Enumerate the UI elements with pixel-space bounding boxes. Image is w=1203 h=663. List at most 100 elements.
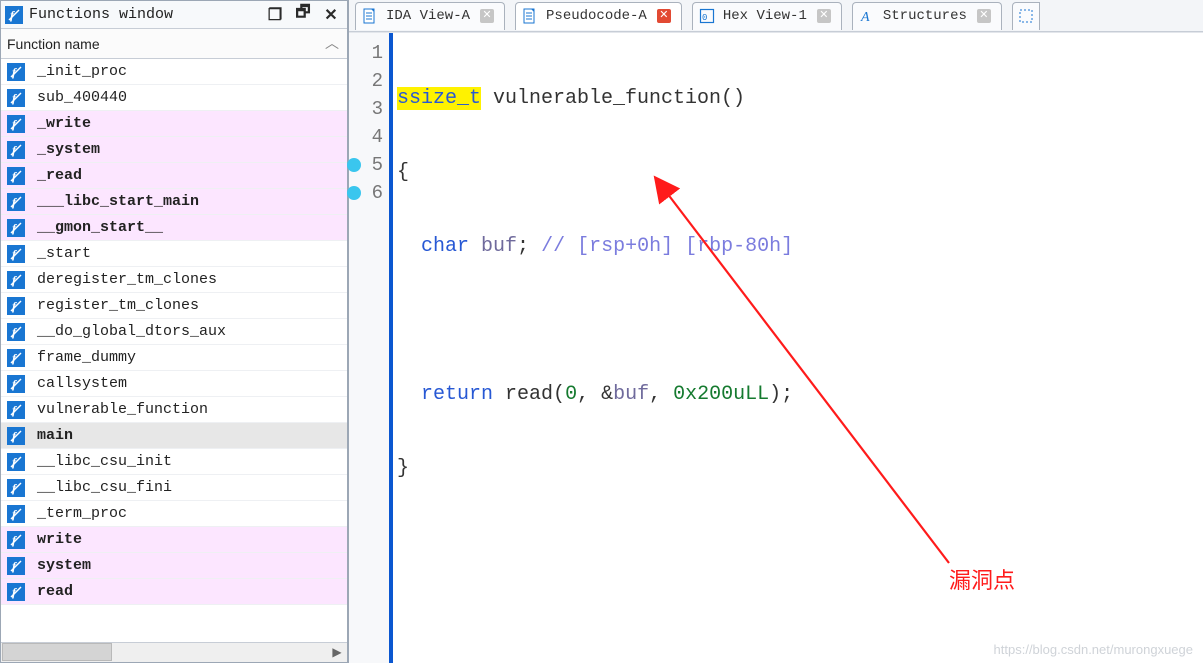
scroll-up-icon[interactable]: ︿ (325, 33, 339, 53)
function-icon: f (5, 87, 27, 109)
function-row[interactable]: f_read (1, 163, 347, 189)
line-gutter: 123456 (349, 33, 393, 663)
code[interactable]: ssize_t vulnerable_function() { char buf… (393, 33, 1203, 663)
close-window-button[interactable]: ✕ (323, 7, 339, 23)
functions-window-title: Functions window (29, 6, 267, 23)
function-row[interactable]: f_start (1, 241, 347, 267)
function-row[interactable]: f__do_global_dtors_aux (1, 319, 347, 345)
function-row[interactable]: fmain (1, 423, 347, 449)
token-var: buf (469, 235, 517, 258)
token-number: 0x200uLL (673, 383, 769, 406)
tab-pseudocode-a[interactable]: Pseudocode-A ✕ (515, 2, 682, 30)
function-icon: f (5, 269, 27, 291)
function-icon: f (5, 61, 27, 83)
code-line[interactable] (397, 307, 1203, 335)
token-var: buf (613, 383, 649, 406)
function-name: _start (37, 245, 91, 262)
function-row[interactable]: fread (1, 579, 347, 605)
function-icon: f (5, 451, 27, 473)
hex-icon: 0 (699, 8, 715, 24)
tab-hex-view-1[interactable]: 0 Hex View-1 ✕ (692, 2, 842, 30)
code-line[interactable]: char buf; // [rsp+0h] [rbp-80h] (397, 233, 1203, 261)
line-number[interactable]: 3 (349, 95, 383, 123)
functions-window: f Functions window ❐ 🗗 ✕ Function name ︿… (0, 0, 348, 663)
tab-enums-partial[interactable] (1012, 2, 1040, 30)
function-name: register_tm_clones (37, 297, 199, 314)
code-line[interactable]: return read(0, &buf, 0x200uLL); (397, 381, 1203, 409)
scrollbar-thumb[interactable] (2, 643, 112, 661)
function-icon: f (5, 581, 27, 603)
function-row[interactable]: f_term_proc (1, 501, 347, 527)
function-row[interactable]: fderegister_tm_clones (1, 267, 347, 293)
token-keyword: char (421, 235, 469, 258)
function-row[interactable]: f frame_dummy (1, 345, 347, 371)
tab-close-icon[interactable]: ✕ (977, 9, 991, 23)
function-row[interactable]: f_write (1, 111, 347, 137)
function-row[interactable]: f register_tm_clones (1, 293, 347, 319)
breakpoint-icon[interactable] (347, 186, 361, 200)
line-number[interactable]: 2 (349, 67, 383, 95)
scroll-right-icon[interactable]: ▶ (327, 643, 347, 663)
function-row[interactable]: fsystem (1, 553, 347, 579)
functions-scrollbar-h[interactable]: ◀ ▶ (1, 642, 347, 662)
function-icon: f (5, 217, 27, 239)
tab-label: Pseudocode-A (546, 8, 647, 24)
function-name: _init_proc (37, 63, 127, 80)
function-name: _write (37, 115, 91, 132)
tab-label: Structures (883, 8, 967, 24)
doc-icon (522, 8, 538, 24)
function-row[interactable]: f__libc_csu_init (1, 449, 347, 475)
struct-icon: A (859, 8, 875, 24)
function-name: frame_dummy (37, 349, 136, 366)
tab-label: IDA View-A (386, 8, 470, 24)
code-line[interactable]: ssize_t vulnerable_function() (397, 85, 1203, 113)
line-number[interactable]: 4 (349, 123, 383, 151)
function-name: sub_400440 (37, 89, 127, 106)
line-number[interactable]: 5 (349, 151, 383, 179)
restore-button[interactable]: 🗗 (295, 7, 311, 23)
function-row[interactable]: f___libc_start_main (1, 189, 347, 215)
tab-close-icon[interactable]: ✕ (480, 9, 494, 23)
function-row[interactable]: f _init_proc (1, 59, 347, 85)
svg-text:A: A (860, 10, 870, 24)
function-name: _read (37, 167, 82, 184)
token-number: 0 (565, 383, 577, 406)
function-name: ___libc_start_main (37, 193, 199, 210)
token-brace: } (397, 457, 409, 480)
function-icon: f (5, 503, 27, 525)
function-row[interactable]: fcallsystem (1, 371, 347, 397)
function-icon: f (5, 347, 27, 369)
svg-text:0: 0 (702, 13, 707, 23)
breakpoint-icon[interactable] (347, 158, 361, 172)
function-row[interactable]: fwrite (1, 527, 347, 553)
tab-close-icon[interactable]: ✕ (657, 9, 671, 23)
code-line[interactable]: } (397, 455, 1203, 483)
token-keyword: return (421, 383, 493, 406)
token-func: vulnerable_function() (481, 87, 745, 110)
doc-icon (362, 8, 378, 24)
function-name: callsystem (37, 375, 127, 392)
column-header-label: Function name (7, 36, 100, 52)
token-comment: // [rsp+0h] [rbp-80h] (529, 235, 793, 258)
functions-column-header[interactable]: Function name ︿ (1, 29, 347, 59)
code-line[interactable]: { (397, 159, 1203, 187)
tab-ida-view-a[interactable]: IDA View-A ✕ (355, 2, 505, 30)
line-number[interactable]: 1 (349, 39, 383, 67)
function-icon: f (5, 295, 27, 317)
function-row[interactable]: fvulnerable_function (1, 397, 347, 423)
function-row[interactable]: f_system (1, 137, 347, 163)
function-row[interactable]: f__gmon_start__ (1, 215, 347, 241)
functions-list[interactable]: f_init_procfsub_400440f_writef_systemf_r… (1, 59, 347, 642)
tab-label: Hex View-1 (723, 8, 807, 24)
tab-close-icon[interactable]: ✕ (817, 9, 831, 23)
function-name: vulnerable_function (37, 401, 208, 418)
tab-structures[interactable]: A Structures ✕ (852, 2, 1002, 30)
function-name: read (37, 583, 73, 600)
function-row[interactable]: f sub_400440 (1, 85, 347, 111)
dock-button[interactable]: ❐ (267, 7, 283, 23)
function-icon: f (5, 321, 27, 343)
function-name: write (37, 531, 82, 548)
token-func: read (493, 383, 553, 406)
function-row[interactable]: f__libc_csu_fini (1, 475, 347, 501)
line-number[interactable]: 6 (349, 179, 383, 207)
